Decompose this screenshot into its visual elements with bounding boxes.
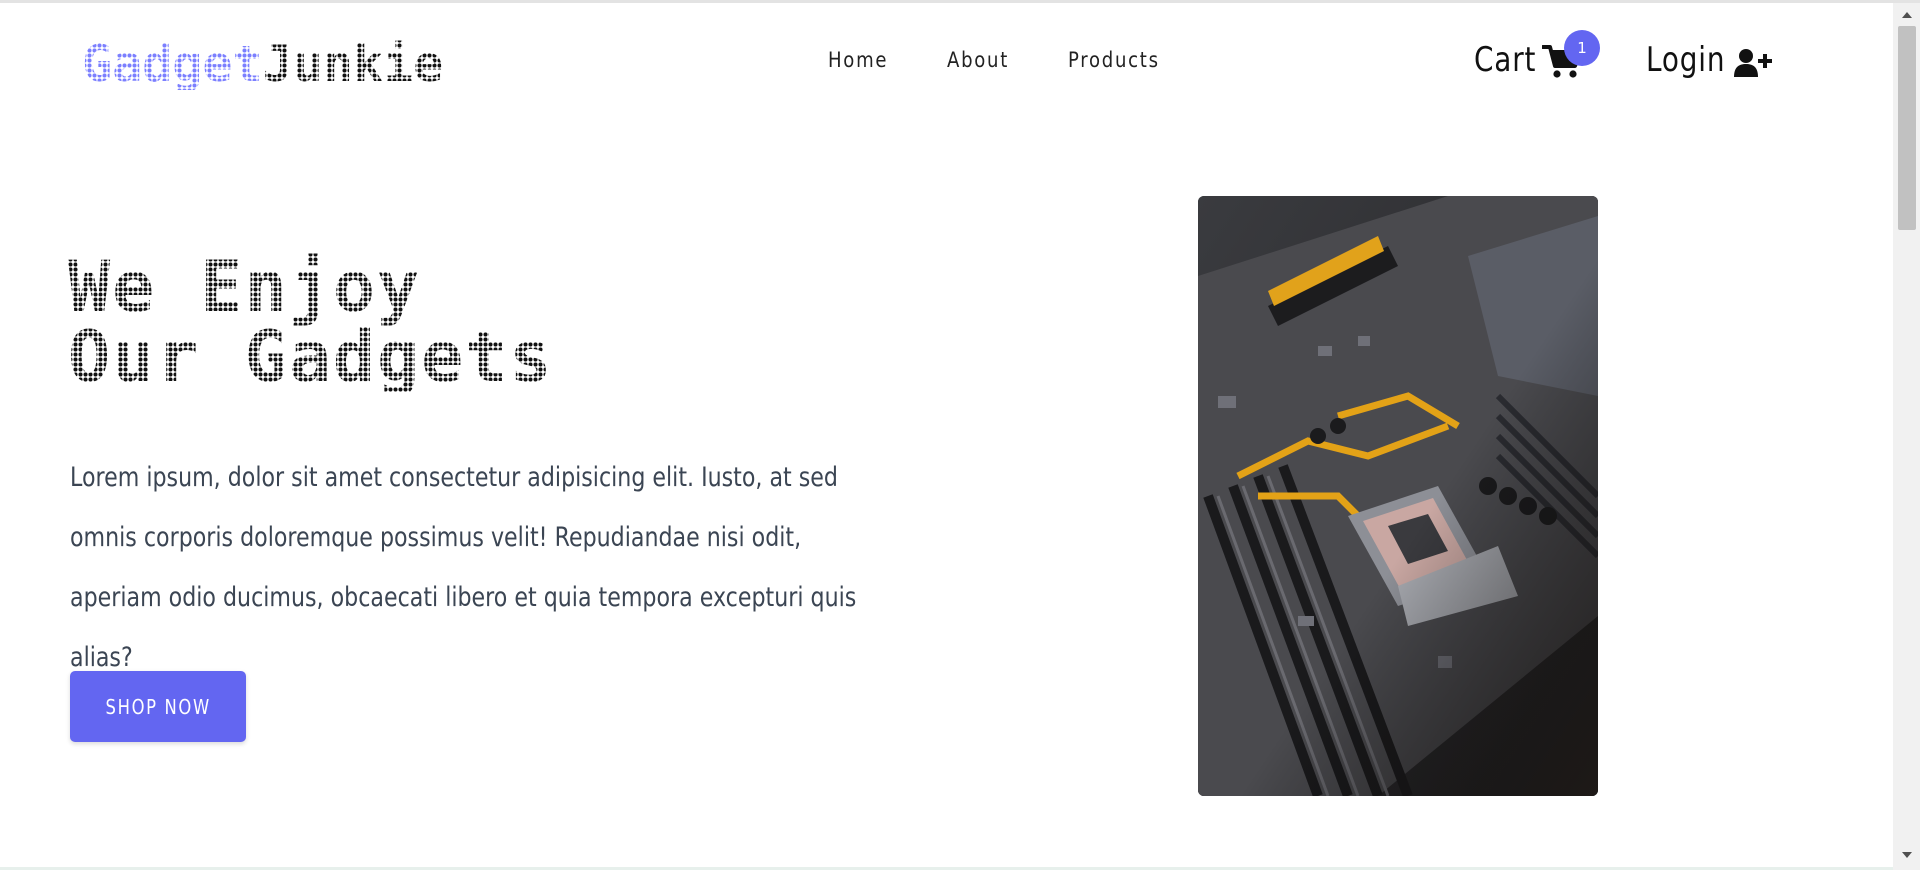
cart-label: Cart xyxy=(1474,40,1537,80)
top-border xyxy=(0,0,1920,3)
scroll-up-arrow-icon[interactable] xyxy=(1898,8,1916,22)
nav-products[interactable]: Products xyxy=(1068,48,1160,72)
nav-about[interactable]: About xyxy=(947,48,1009,72)
user-plus-icon xyxy=(1734,49,1772,77)
scroll-down-arrow-icon[interactable] xyxy=(1898,848,1916,862)
main-nav: Home About Products xyxy=(828,48,1224,72)
cart-link[interactable]: Cart 1 xyxy=(1474,30,1600,80)
shop-now-label: SHOP NOW xyxy=(105,694,211,719)
cart-count-badge: 1 xyxy=(1564,30,1600,66)
shop-now-button[interactable]: SHOP NOW xyxy=(70,671,246,742)
brand-part1: Gadget xyxy=(82,35,263,93)
scrollbar-thumb[interactable] xyxy=(1898,26,1916,230)
login-link[interactable]: Login xyxy=(1646,40,1772,80)
login-label: Login xyxy=(1646,40,1726,80)
hero-title-line2: Our Gadgets xyxy=(68,316,554,398)
hero-title: We Enjoy Our Gadgets xyxy=(68,252,554,392)
hero-title-line1: We Enjoy xyxy=(68,246,422,328)
motherboard-image xyxy=(1198,196,1598,796)
nav-home[interactable]: Home xyxy=(828,48,888,72)
hero-description: Lorem ipsum, dolor sit amet consectetur … xyxy=(70,462,857,673)
brand-logo[interactable]: GadgetJunkie xyxy=(82,38,443,90)
brand-part2: Junkie xyxy=(262,35,444,93)
